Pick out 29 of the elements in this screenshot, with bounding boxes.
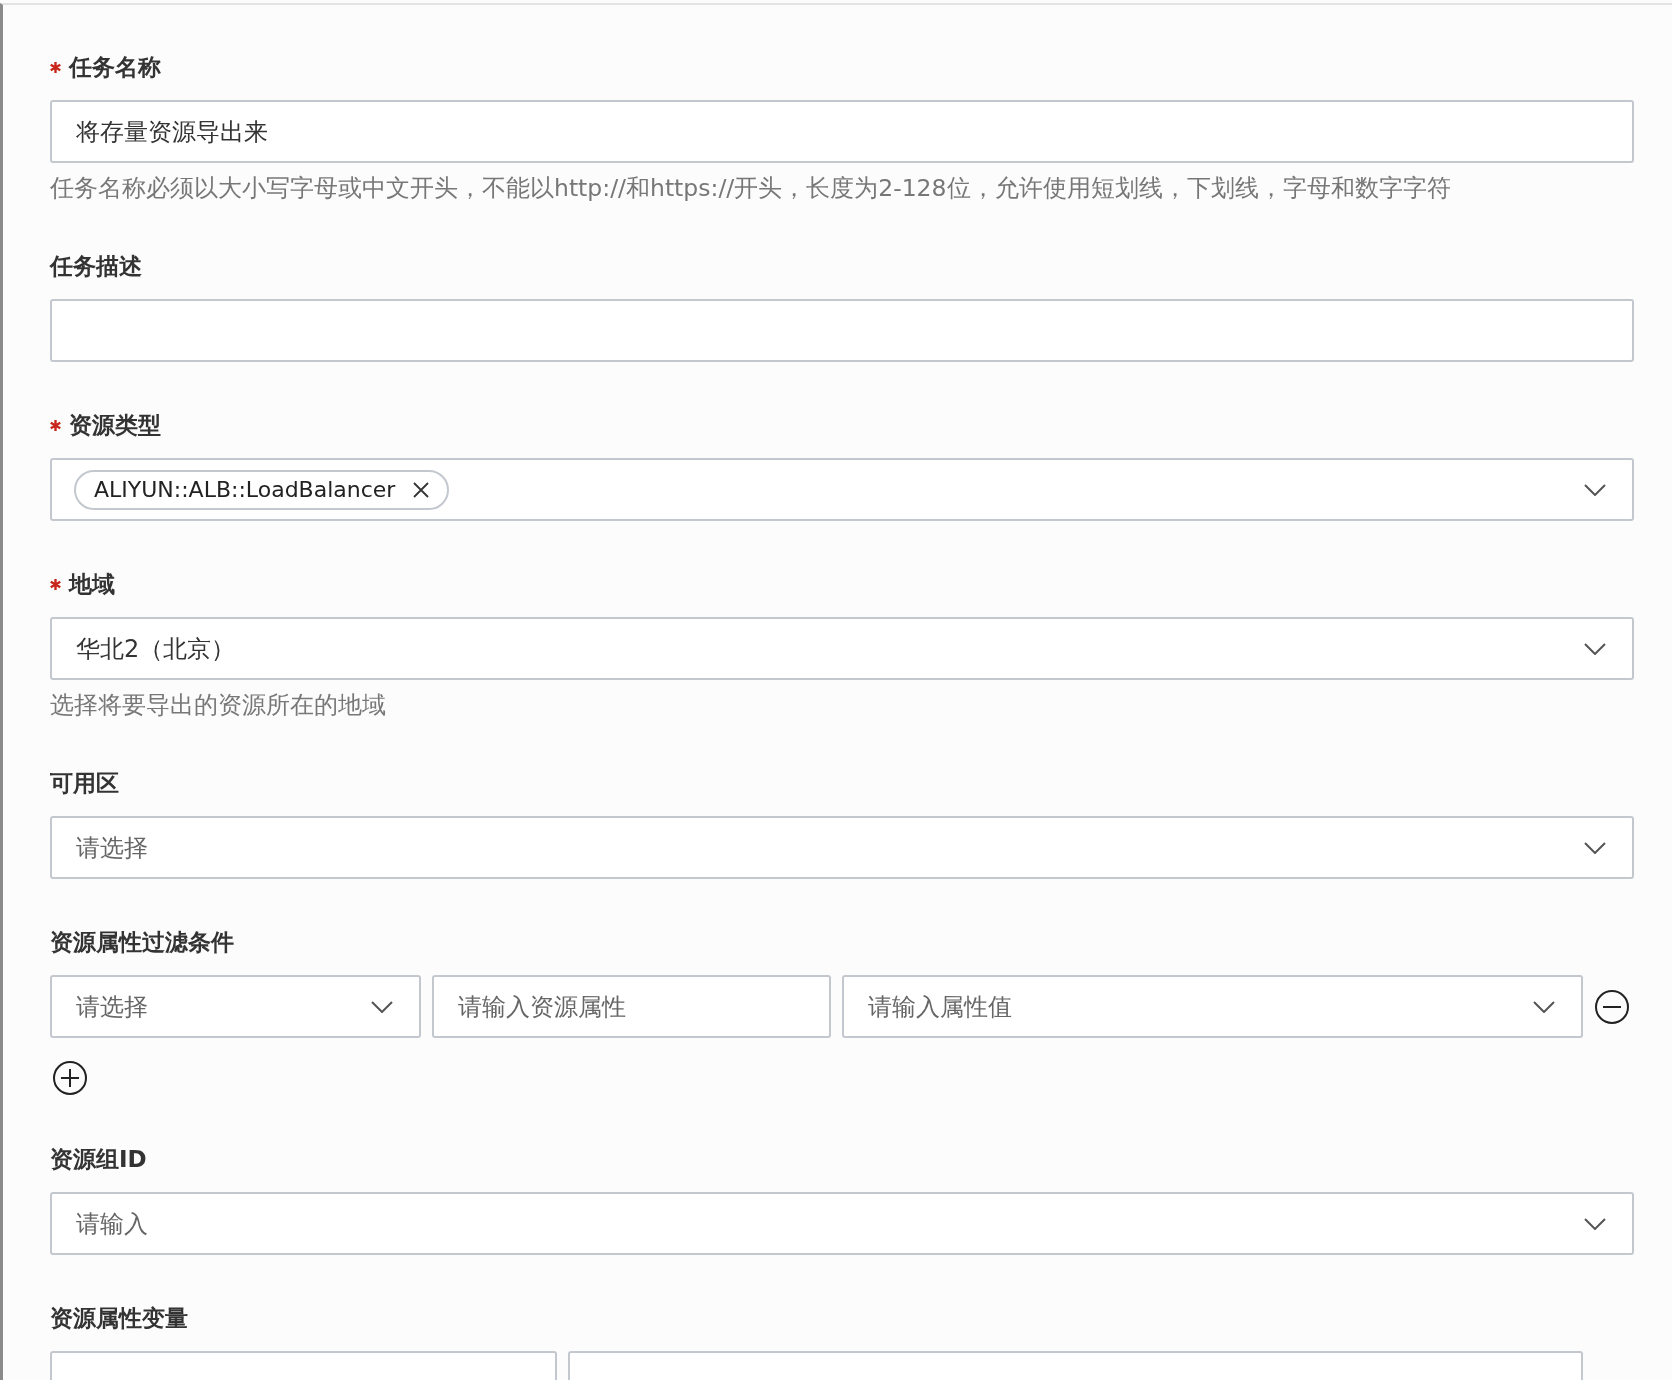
add-circle-icon[interactable] xyxy=(52,1060,88,1096)
text-input-field[interactable]: 请输入资源属性 xyxy=(432,975,831,1038)
close-icon[interactable] xyxy=(413,481,430,498)
select-field[interactable]: 请输入属性值 xyxy=(842,975,1583,1038)
field-label: 任务名称 xyxy=(69,52,161,82)
chevron-down-icon xyxy=(1533,1000,1555,1013)
select-field[interactable]: 请选择 xyxy=(50,816,1634,879)
chevron-down-icon xyxy=(1584,1217,1606,1230)
field-label: 可用区 xyxy=(50,768,119,798)
tag-select-field[interactable]: ALIYUN::ALB::LoadBalancer xyxy=(50,458,1634,521)
field-label: 资源类型 xyxy=(69,410,161,440)
chevron-down-icon xyxy=(1584,642,1606,655)
field-label: 资源组ID xyxy=(50,1144,147,1174)
field-hint: 选择将要导出的资源所在的地域 xyxy=(50,690,387,720)
field-hint: 任务名称必须以大小写字母或中文开头，不能以http://和https://开头，长度为2-128位，允许使用短划线，下划线，字母和数字字符 xyxy=(50,173,1452,203)
field-label: 资源属性变量 xyxy=(50,1303,188,1333)
tag-text: ALIYUN::ALB::LoadBalancer xyxy=(94,477,396,502)
field-label: 任务描述 xyxy=(50,251,142,281)
chevron-down-icon xyxy=(1584,483,1606,496)
select-field[interactable]: 华北2（北京） xyxy=(50,617,1634,680)
select-field[interactable]: 请选择 xyxy=(50,975,421,1038)
chevron-down-icon xyxy=(371,1000,393,1013)
field-label: 地域 xyxy=(69,569,115,599)
select-field[interactable]: 请输入 xyxy=(50,1192,1634,1255)
text-input-field[interactable]: 将存量资源导出来 xyxy=(50,100,1634,163)
remove-circle-icon[interactable] xyxy=(1594,988,1630,1025)
field-label: 资源属性过滤条件 xyxy=(50,927,234,957)
chevron-down-icon xyxy=(1584,841,1606,854)
text-input-field[interactable] xyxy=(50,299,1634,362)
